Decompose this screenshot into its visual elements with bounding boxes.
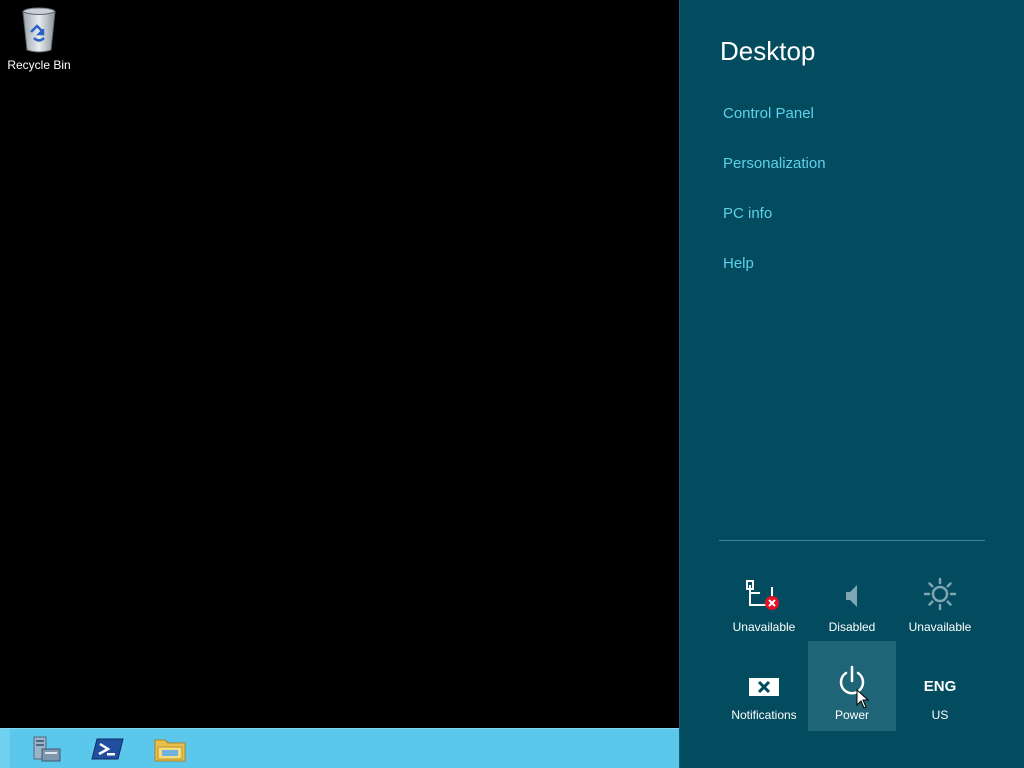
power-tile-label: Power bbox=[834, 708, 869, 722]
link-control-panel[interactable]: Control Panel bbox=[723, 105, 814, 122]
taskbar-file-explorer-button[interactable] bbox=[140, 729, 200, 768]
keyboard-layout-label: US bbox=[931, 708, 949, 722]
link-pc-info[interactable]: PC info bbox=[723, 205, 772, 222]
language-code: ENG bbox=[923, 678, 957, 695]
server-manager-icon bbox=[33, 736, 61, 762]
notifications-icon bbox=[749, 678, 779, 696]
notifications-tile-label: Notifications bbox=[731, 708, 797, 722]
power-icon bbox=[839, 665, 865, 695]
charm-divider bbox=[719, 540, 985, 541]
link-help[interactable]: Help bbox=[723, 255, 754, 272]
start-corner[interactable] bbox=[0, 729, 10, 768]
brightness-tile[interactable]: Unavailable bbox=[896, 553, 984, 643]
network-tile[interactable]: Unavailable bbox=[720, 553, 808, 643]
taskbar-server-manager-button[interactable] bbox=[16, 729, 76, 768]
volume-tile-label: Disabled bbox=[828, 620, 876, 634]
charm-title: Desktop bbox=[720, 36, 816, 66]
brightness-icon bbox=[923, 577, 957, 611]
volume-icon bbox=[846, 585, 857, 607]
settings-charm-panel: Desktop Control Panel Personalization PC… bbox=[679, 0, 1024, 768]
notifications-tile[interactable]: Notifications bbox=[720, 641, 808, 731]
recycle-bin-icon bbox=[22, 7, 56, 53]
network-tile-label: Unavailable bbox=[732, 620, 796, 634]
brightness-tile-label: Unavailable bbox=[908, 620, 972, 634]
recycle-bin-shortcut[interactable]: Recycle Bin bbox=[4, 6, 74, 72]
link-personalization[interactable]: Personalization bbox=[723, 155, 826, 172]
network-unavailable-icon bbox=[746, 580, 779, 610]
recycle-bin-label: Recycle Bin bbox=[7, 58, 71, 72]
volume-tile[interactable]: Disabled bbox=[808, 553, 896, 643]
powershell-icon bbox=[91, 738, 124, 760]
folder-icon bbox=[154, 739, 186, 762]
keyboard-language-tile[interactable]: ENG US bbox=[896, 641, 984, 731]
taskbar bbox=[0, 728, 679, 768]
taskbar-powershell-button[interactable] bbox=[78, 729, 138, 768]
desktop-background: Recycle Bin bbox=[0, 0, 679, 728]
power-tile[interactable]: Power bbox=[808, 641, 896, 731]
